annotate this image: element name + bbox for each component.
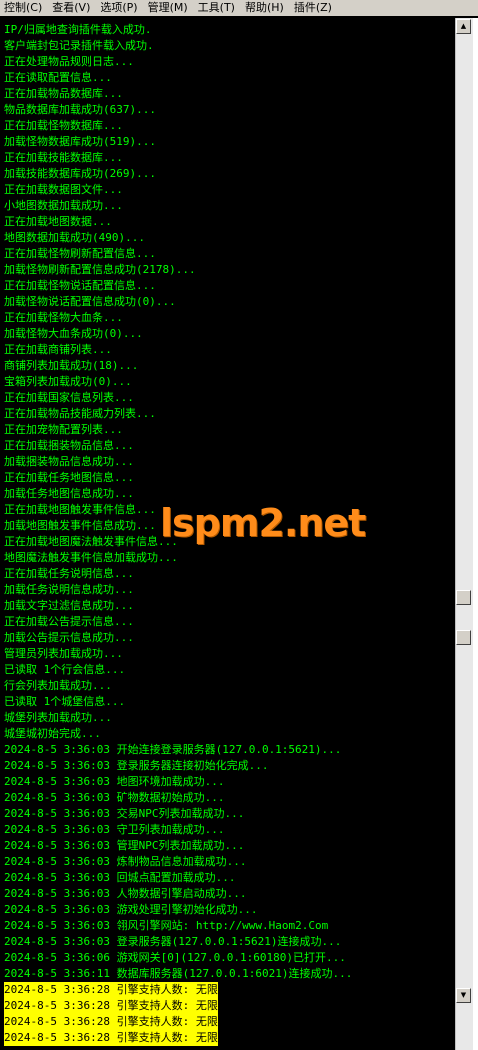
log-line: 正在加载怪物刷新配置信息... bbox=[4, 247, 156, 260]
log-line: 2024-8-5 3:36:11 数据库服务器(127.0.0.1:6021)连… bbox=[4, 967, 353, 980]
log-line: 正在读取配置信息... bbox=[4, 71, 112, 84]
log-line: 地图数据加载成功(490)... bbox=[4, 231, 145, 244]
log-line: 2024-8-5 3:36:03 开始连接登录服务器(127.0.0.1:562… bbox=[4, 743, 342, 756]
log-line: 正在加载捆装物品信息... bbox=[4, 439, 134, 452]
log-line: 小地图数据加载成功... bbox=[4, 199, 123, 212]
menu-item[interactable]: 帮助(H) bbox=[241, 0, 290, 16]
log-line: 2024-8-5 3:36:28 引擎支持人数: 无限 bbox=[4, 982, 218, 998]
log-line: 2024-8-5 3:36:03 人物数据引擎启动成功... bbox=[4, 887, 247, 900]
log-line: 2024-8-5 3:36:03 回城点配置加载成功... bbox=[4, 871, 236, 884]
log-line: 正在加载地图魔法触发事件信息... bbox=[4, 535, 178, 548]
log-line: 加载地图触发事件信息成功... bbox=[4, 519, 156, 532]
log-line: 2024-8-5 3:36:03 矿物数据初始成功... bbox=[4, 791, 225, 804]
menu-item[interactable]: 控制(C) bbox=[0, 0, 48, 16]
menu-bar: 控制(C) 查看(V) 选项(P) 管理(M) 工具(T) 帮助(H) 插件(Z) bbox=[0, 0, 478, 16]
log-line: 宝箱列表加载成功(0)... bbox=[4, 375, 132, 388]
log-line: 加载文字过滤信息成功... bbox=[4, 599, 134, 612]
log-line: 已读取 1个行会信息... bbox=[4, 663, 126, 676]
log-line: 2024-8-5 3:36:06 游戏网关[0](127.0.0.1:60180… bbox=[4, 951, 346, 964]
log-line: 正在加载任务说明信息... bbox=[4, 567, 134, 580]
log-line: 加载任务地图信息成功... bbox=[4, 487, 134, 500]
log-line: 加载公告提示信息成功... bbox=[4, 631, 134, 644]
menu-item[interactable]: 管理(M) bbox=[144, 0, 194, 16]
log-line: 管理员列表加载成功... bbox=[4, 647, 123, 660]
vertical-scrollbar[interactable]: ▲ ▼ bbox=[455, 18, 473, 1050]
scroll-thumb[interactable] bbox=[456, 630, 471, 645]
log-line: 2024-8-5 3:36:03 翎风引擎网站: http://www.Haom… bbox=[4, 919, 329, 932]
log-line: 加载怪物数据库成功(519)... bbox=[4, 135, 156, 148]
log-line: 正在加载物品技能威力列表... bbox=[4, 407, 156, 420]
log-line: 正在加载怪物数据库... bbox=[4, 119, 123, 132]
log-line: 正在加载怪物大血条... bbox=[4, 311, 123, 324]
log-line: 2024-8-5 3:36:28 引擎支持人数: 无限 bbox=[4, 1030, 218, 1046]
log-line: 正在加宠物配置列表... bbox=[4, 423, 123, 436]
log-line: 2024-8-5 3:36:28 引擎支持人数: 无限 bbox=[4, 998, 218, 1014]
log-line: IP/归属地查询插件载入成功. bbox=[4, 23, 152, 36]
log-line: 加载怪物刷新配置信息成功(2178)... bbox=[4, 263, 196, 276]
log-line: 地图魔法触发事件信息加载成功... bbox=[4, 551, 178, 564]
log-line: 2024-8-5 3:36:03 交易NPC列表加载成功... bbox=[4, 807, 245, 820]
log-line: 2024-8-5 3:36:03 守卫列表加载成功... bbox=[4, 823, 225, 836]
log-line: 正在加载任务地图信息... bbox=[4, 471, 134, 484]
log-line: 行会列表加载成功... bbox=[4, 679, 112, 692]
log-line: 正在加载国家信息列表... bbox=[4, 391, 134, 404]
menu-item[interactable]: 工具(T) bbox=[194, 0, 241, 16]
scroll-down-button[interactable]: ▼ bbox=[456, 988, 471, 1003]
log-line: 已读取 1个城堡信息... bbox=[4, 695, 126, 708]
log-line: 正在处理物品规则日志... bbox=[4, 55, 134, 68]
menu-item[interactable]: 选项(P) bbox=[96, 0, 143, 16]
menu-item[interactable]: 插件(Z) bbox=[290, 0, 338, 16]
log-line: 加载怪物大血条成功(0)... bbox=[4, 327, 143, 340]
log-line: 2024-8-5 3:36:03 管理NPC列表加载成功... bbox=[4, 839, 245, 852]
log-line: 城堡列表加载成功... bbox=[4, 711, 112, 724]
scroll-marker-button[interactable] bbox=[456, 590, 471, 605]
scroll-up-button[interactable]: ▲ bbox=[456, 19, 471, 34]
log-line: 正在加载公告提示信息... bbox=[4, 615, 134, 628]
arrow-down-icon: ▼ bbox=[460, 991, 467, 999]
log-line: 正在加载地图数据... bbox=[4, 215, 112, 228]
log-line: 2024-8-5 3:36:03 炼制物品信息加载成功... bbox=[4, 855, 247, 868]
log-line: 城堡城初始完成... bbox=[4, 727, 101, 740]
log-line: 2024-8-5 3:36:28 引擎支持人数: 无限 bbox=[4, 1014, 218, 1030]
log-line: 客户端封包记录插件载入成功. bbox=[4, 39, 154, 52]
arrow-up-icon: ▲ bbox=[460, 22, 467, 30]
menu-item[interactable]: 查看(V) bbox=[48, 0, 96, 16]
window-edge bbox=[473, 18, 478, 1050]
log-line: 商铺列表加载成功(18)... bbox=[4, 359, 139, 372]
log-line: 正在加载怪物说话配置信息... bbox=[4, 279, 156, 292]
log-line: 正在加载技能数据库... bbox=[4, 151, 123, 164]
log-line: 2024-8-5 3:36:03 登录服务器连接初始化完成... bbox=[4, 759, 269, 772]
log-line: 加载技能数据库成功(269)... bbox=[4, 167, 156, 180]
log-line: 2024-8-5 3:36:03 游戏处理引擎初始化成功... bbox=[4, 903, 258, 916]
log-line: 2024-8-5 3:36:03 地图环境加载成功... bbox=[4, 775, 225, 788]
log-line: 加载捆装物品信息成功... bbox=[4, 455, 134, 468]
watermark-logo: lspm2.net bbox=[160, 501, 366, 545]
server-console-window: 控制(C) 查看(V) 选项(P) 管理(M) 工具(T) 帮助(H) 插件(Z) IP/归… bbox=[0, 0, 478, 1050]
log-line: 加载任务说明信息成功... bbox=[4, 583, 134, 596]
log-line: 2024-8-5 3:36:03 登录服务器(127.0.0.1:5621)连接… bbox=[4, 935, 342, 948]
log-line: 正在加载数据图文件... bbox=[4, 183, 123, 196]
log-line: 正在加载商铺列表... bbox=[4, 343, 112, 356]
log-line: 正在加载物品数据库... bbox=[4, 87, 123, 100]
log-line: 正在加载地图触发事件信息... bbox=[4, 503, 156, 516]
log-line: 物品数据库加载成功(637)... bbox=[4, 103, 156, 116]
log-line: 加载怪物说话配置信息成功(0)... bbox=[4, 295, 176, 308]
